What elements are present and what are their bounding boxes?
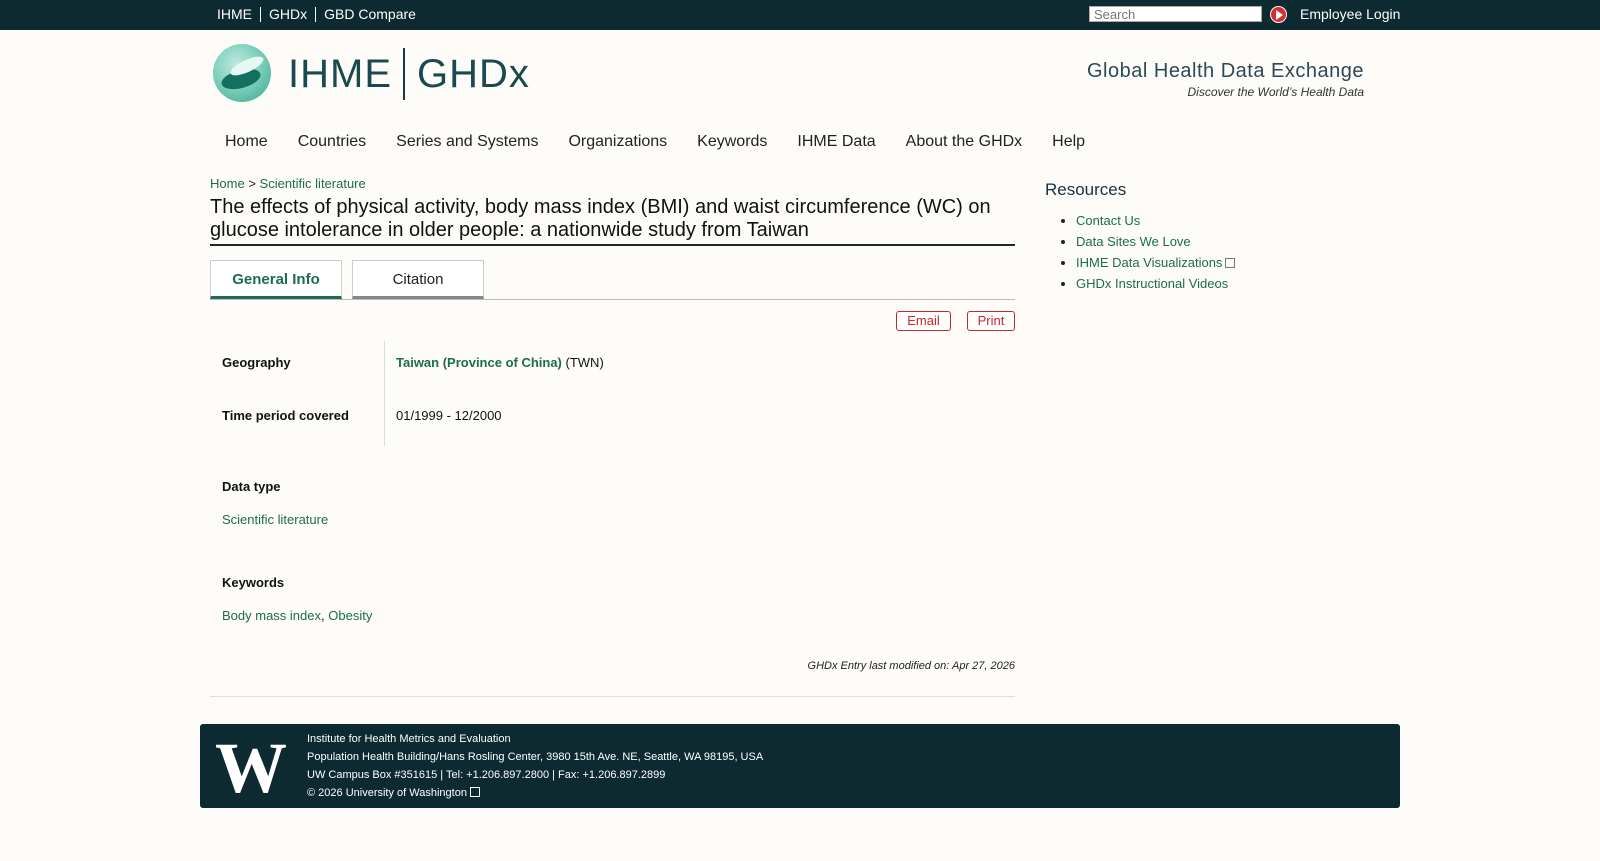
nav-about[interactable]: About the GHDx (906, 133, 1023, 151)
external-link-icon (469, 787, 480, 797)
time-period-label: Time period covered (222, 408, 349, 423)
keywords-value: Body mass index, Obesity (222, 608, 372, 623)
data-type-link[interactable]: Scientific literature (222, 512, 328, 527)
email-button[interactable]: Email (896, 311, 951, 331)
keyword-separator: , (321, 608, 325, 623)
info-table-divider (384, 341, 385, 446)
geography-link[interactable]: Taiwan (Province of China) (396, 355, 562, 370)
tab-general-info[interactable]: General Info (210, 260, 342, 299)
logo-divider (403, 48, 405, 100)
breadcrumb-home[interactable]: Home (210, 176, 245, 191)
resources-list: Contact Us Data Sites We Love IHME Data … (1060, 213, 1236, 297)
site-tagline: Discover the World’s Health Data (1187, 85, 1364, 99)
top-link-ghdx[interactable]: GHDx (261, 6, 315, 22)
nav-ihme-data[interactable]: IHME Data (797, 133, 875, 151)
time-period-value: 01/1999 - 12/2000 (396, 408, 502, 423)
nav-organizations[interactable]: Organizations (568, 133, 667, 151)
external-link-icon (1225, 258, 1236, 268)
keyword-link-obesity[interactable]: Obesity (328, 608, 372, 623)
tabs-divider (210, 299, 1015, 300)
uw-link[interactable]: University of Washington (346, 787, 467, 799)
list-item: GHDx Instructional Videos (1076, 276, 1235, 292)
nav-home[interactable]: Home (225, 133, 268, 151)
logo-ghdx-text[interactable]: GHDx (417, 52, 530, 97)
print-button[interactable]: Print (967, 311, 1015, 331)
footer-copyright: © 2026 University of Washington (307, 784, 763, 802)
search-input[interactable] (1089, 6, 1262, 22)
breadcrumb-current[interactable]: Scientific literature (260, 176, 366, 191)
resource-videos[interactable]: GHDx Instructional Videos (1076, 276, 1228, 291)
geography-label: Geography (222, 355, 291, 370)
content-bottom-rule (210, 696, 1015, 697)
top-bar: IHME GHDx GBD Compare Employee Login (0, 0, 1600, 30)
footer-address-line: Population Health Building/Hans Rosling … (307, 751, 764, 763)
resource-ihme-viz[interactable]: IHME Data Visualizations (1076, 255, 1222, 270)
data-type-value: Scientific literature (222, 512, 328, 527)
breadcrumb-separator: > (248, 176, 256, 191)
top-link-gbd-compare[interactable]: GBD Compare (316, 6, 424, 22)
list-item: IHME Data Visualizations (1076, 255, 1236, 271)
geography-value: Taiwan (Province of China) (TWN) (396, 355, 604, 370)
list-item: Contact Us (1076, 213, 1235, 229)
footer-org: Institute for Health Metrics and Evaluat… (307, 733, 511, 745)
resource-data-sites[interactable]: Data Sites We Love (1076, 234, 1191, 249)
employee-login-link[interactable]: Employee Login (1300, 6, 1400, 22)
footer: W Institute for Health Metrics and Evalu… (200, 724, 1400, 808)
footer-address: Institute for Health Metrics and Evaluat… (307, 730, 763, 802)
resources-title: Resources (1045, 180, 1127, 199)
breadcrumb: Home > Scientific literature (210, 176, 366, 191)
copyright-text: © 2026 (307, 787, 343, 799)
nav-help[interactable]: Help (1052, 133, 1085, 151)
logo-ihme-text[interactable]: IHME (288, 52, 392, 97)
geography-code: (TWN) (565, 355, 604, 370)
keyword-link-bmi[interactable]: Body mass index (222, 608, 321, 623)
top-link-ihme[interactable]: IHME (213, 6, 260, 22)
site-title: Global Health Data Exchange (1087, 60, 1364, 82)
top-links: IHME GHDx GBD Compare (213, 6, 424, 22)
footer-contact: UW Campus Box #351615 | Tel: +1.206.897.… (307, 769, 666, 781)
list-item: Data Sites We Love (1076, 234, 1235, 250)
data-type-label: Data type (222, 479, 281, 494)
tab-citation[interactable]: Citation (352, 260, 484, 299)
nav-series-systems[interactable]: Series and Systems (396, 133, 538, 151)
page-title: The effects of physical activity, body m… (210, 196, 1015, 246)
search-submit-icon[interactable] (1270, 6, 1287, 23)
keywords-label: Keywords (222, 575, 285, 590)
resource-contact-us[interactable]: Contact Us (1076, 213, 1140, 228)
main-nav: Home Countries Series and Systems Organi… (225, 133, 1115, 151)
nav-keywords[interactable]: Keywords (697, 133, 767, 151)
last-modified: GHDx Entry last modified on: Apr 27, 202… (807, 660, 1015, 672)
uw-logo-icon[interactable]: W (215, 728, 287, 808)
nav-countries[interactable]: Countries (298, 133, 366, 151)
